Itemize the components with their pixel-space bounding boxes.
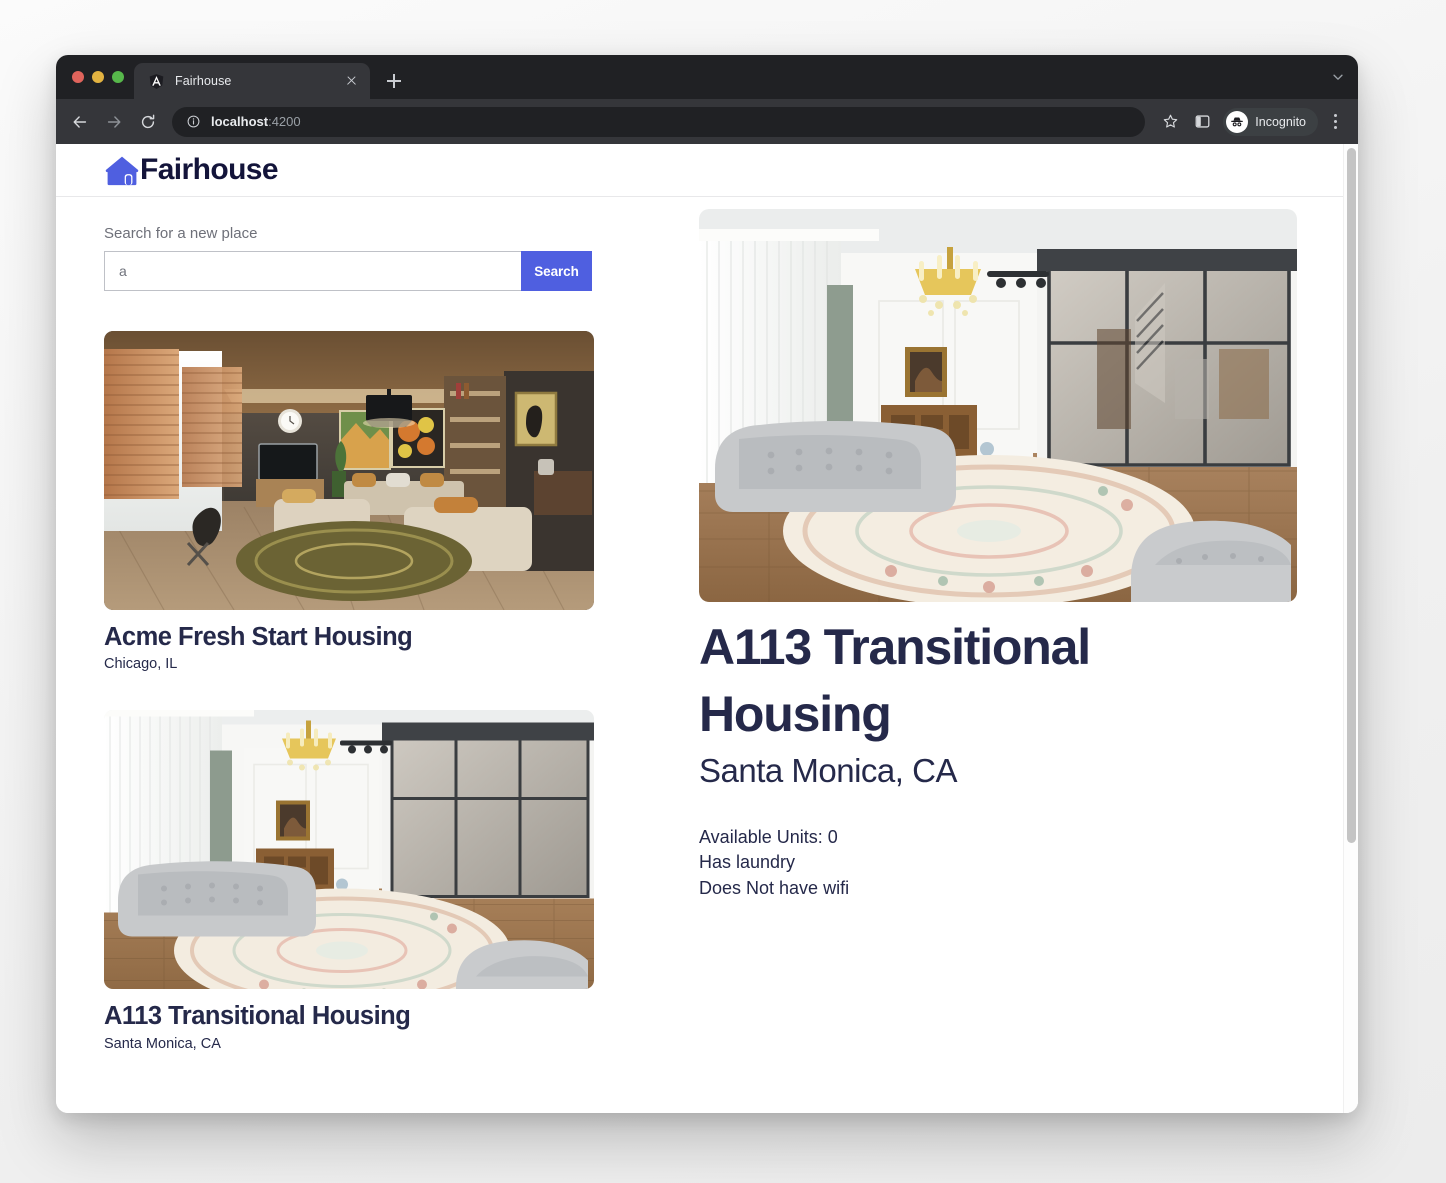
search-button[interactable]: Search [521, 251, 592, 291]
listing-title: A113 Transitional Housing [104, 1002, 411, 1031]
detail-fact-laundry: Has laundry [699, 852, 796, 873]
brand-logo-link[interactable]: Fairhouse [104, 153, 279, 187]
avatar [1226, 110, 1249, 133]
app-header: Fairhouse [56, 144, 1358, 197]
detail-panel: A113 Transitional Housing Santa Monica, … [649, 197, 1310, 1090]
listings-column: Search for a new place Search [104, 197, 649, 1090]
search-input[interactable] [104, 251, 521, 291]
listing-city: Chicago, IL [104, 656, 178, 673]
minimize-window-button[interactable] [92, 71, 104, 83]
fairhouse-app: Fairhouse Search for a new place Search [56, 144, 1358, 1113]
angular-icon [149, 73, 164, 89]
address-bar[interactable]: localhost:4200 [172, 106, 1146, 137]
incognito-hat-icon [1231, 116, 1244, 126]
detail-fact-units: Available Units: 0 [699, 826, 838, 847]
page-scrollbar[interactable] [1343, 144, 1358, 1113]
house-icon [105, 156, 139, 185]
menu-dot [1333, 120, 1337, 123]
desktop-background: Fairhouse localhost:4200 Incognito Fairh… [0, 0, 1446, 1183]
forward-arrow-icon [107, 115, 121, 128]
list-item[interactable]: A113 Transitional Housing Santa Monica, … [104, 710, 649, 1052]
search-section: Search for a new place Search [104, 225, 649, 291]
star-icon [1163, 114, 1178, 128]
back-button[interactable] [64, 106, 96, 138]
maximize-window-button[interactable] [112, 71, 124, 83]
info-circle-icon[interactable] [186, 114, 201, 129]
listing-title: Acme Fresh Start Housing [104, 623, 413, 651]
menu-dot [1333, 126, 1337, 129]
app-content: Search for a new place Search [56, 197, 1358, 1090]
profile-label: Incognito [1255, 114, 1306, 129]
search-form: Search [104, 251, 592, 291]
detail-city: Santa Monica, CA [699, 752, 957, 789]
listing-city: Santa Monica, CA [104, 1035, 221, 1052]
new-tab-button[interactable] [380, 67, 408, 95]
detail-fact-wifi: Does Not have wifi [699, 877, 850, 898]
browser-menu-button[interactable] [1322, 107, 1348, 137]
listing-photo [104, 710, 594, 990]
detail-photo [699, 209, 1297, 602]
browser-tab[interactable]: Fairhouse [134, 63, 370, 99]
menu-dot [1333, 114, 1337, 117]
bookmark-button[interactable] [1155, 107, 1185, 137]
browser-tab-strip: Fairhouse [56, 55, 1358, 99]
incognito-profile-button[interactable]: Incognito [1223, 107, 1318, 136]
scrollbar-thumb[interactable] [1347, 148, 1356, 843]
side-panel-icon [1195, 115, 1210, 128]
close-tab-icon[interactable] [342, 72, 360, 90]
browser-toolbar: localhost:4200 Incognito [56, 99, 1358, 144]
search-label: Search for a new place [104, 225, 258, 242]
detail-title: A113 Transitional Housing [699, 619, 1091, 742]
page-viewport: Fairhouse Search for a new place Search [56, 144, 1358, 1113]
chevron-down-icon[interactable] [1318, 55, 1358, 99]
back-arrow-icon [73, 115, 87, 128]
list-item[interactable]: Acme Fresh Start Housing Chicago, IL [104, 331, 649, 672]
tab-title: Fairhouse [175, 74, 232, 88]
browser-window: Fairhouse localhost:4200 Incognito Fairh… [56, 55, 1358, 1113]
close-window-button[interactable] [72, 71, 84, 83]
forward-button[interactable] [98, 106, 130, 138]
chevron-down-glyph [1333, 74, 1343, 80]
url-port: :4200 [268, 114, 301, 129]
address-bar-url: localhost:4200 [211, 114, 301, 129]
side-panel-button[interactable] [1187, 107, 1217, 137]
listing-photo [104, 331, 594, 610]
url-host: localhost [211, 114, 269, 129]
detail-facts: Available Units: 0 Has laundry Does Not … [699, 825, 1310, 902]
app-title: Fairhouse [140, 153, 279, 186]
reload-icon [141, 114, 155, 128]
window-traffic-lights [68, 55, 134, 99]
reload-button[interactable] [132, 106, 164, 138]
